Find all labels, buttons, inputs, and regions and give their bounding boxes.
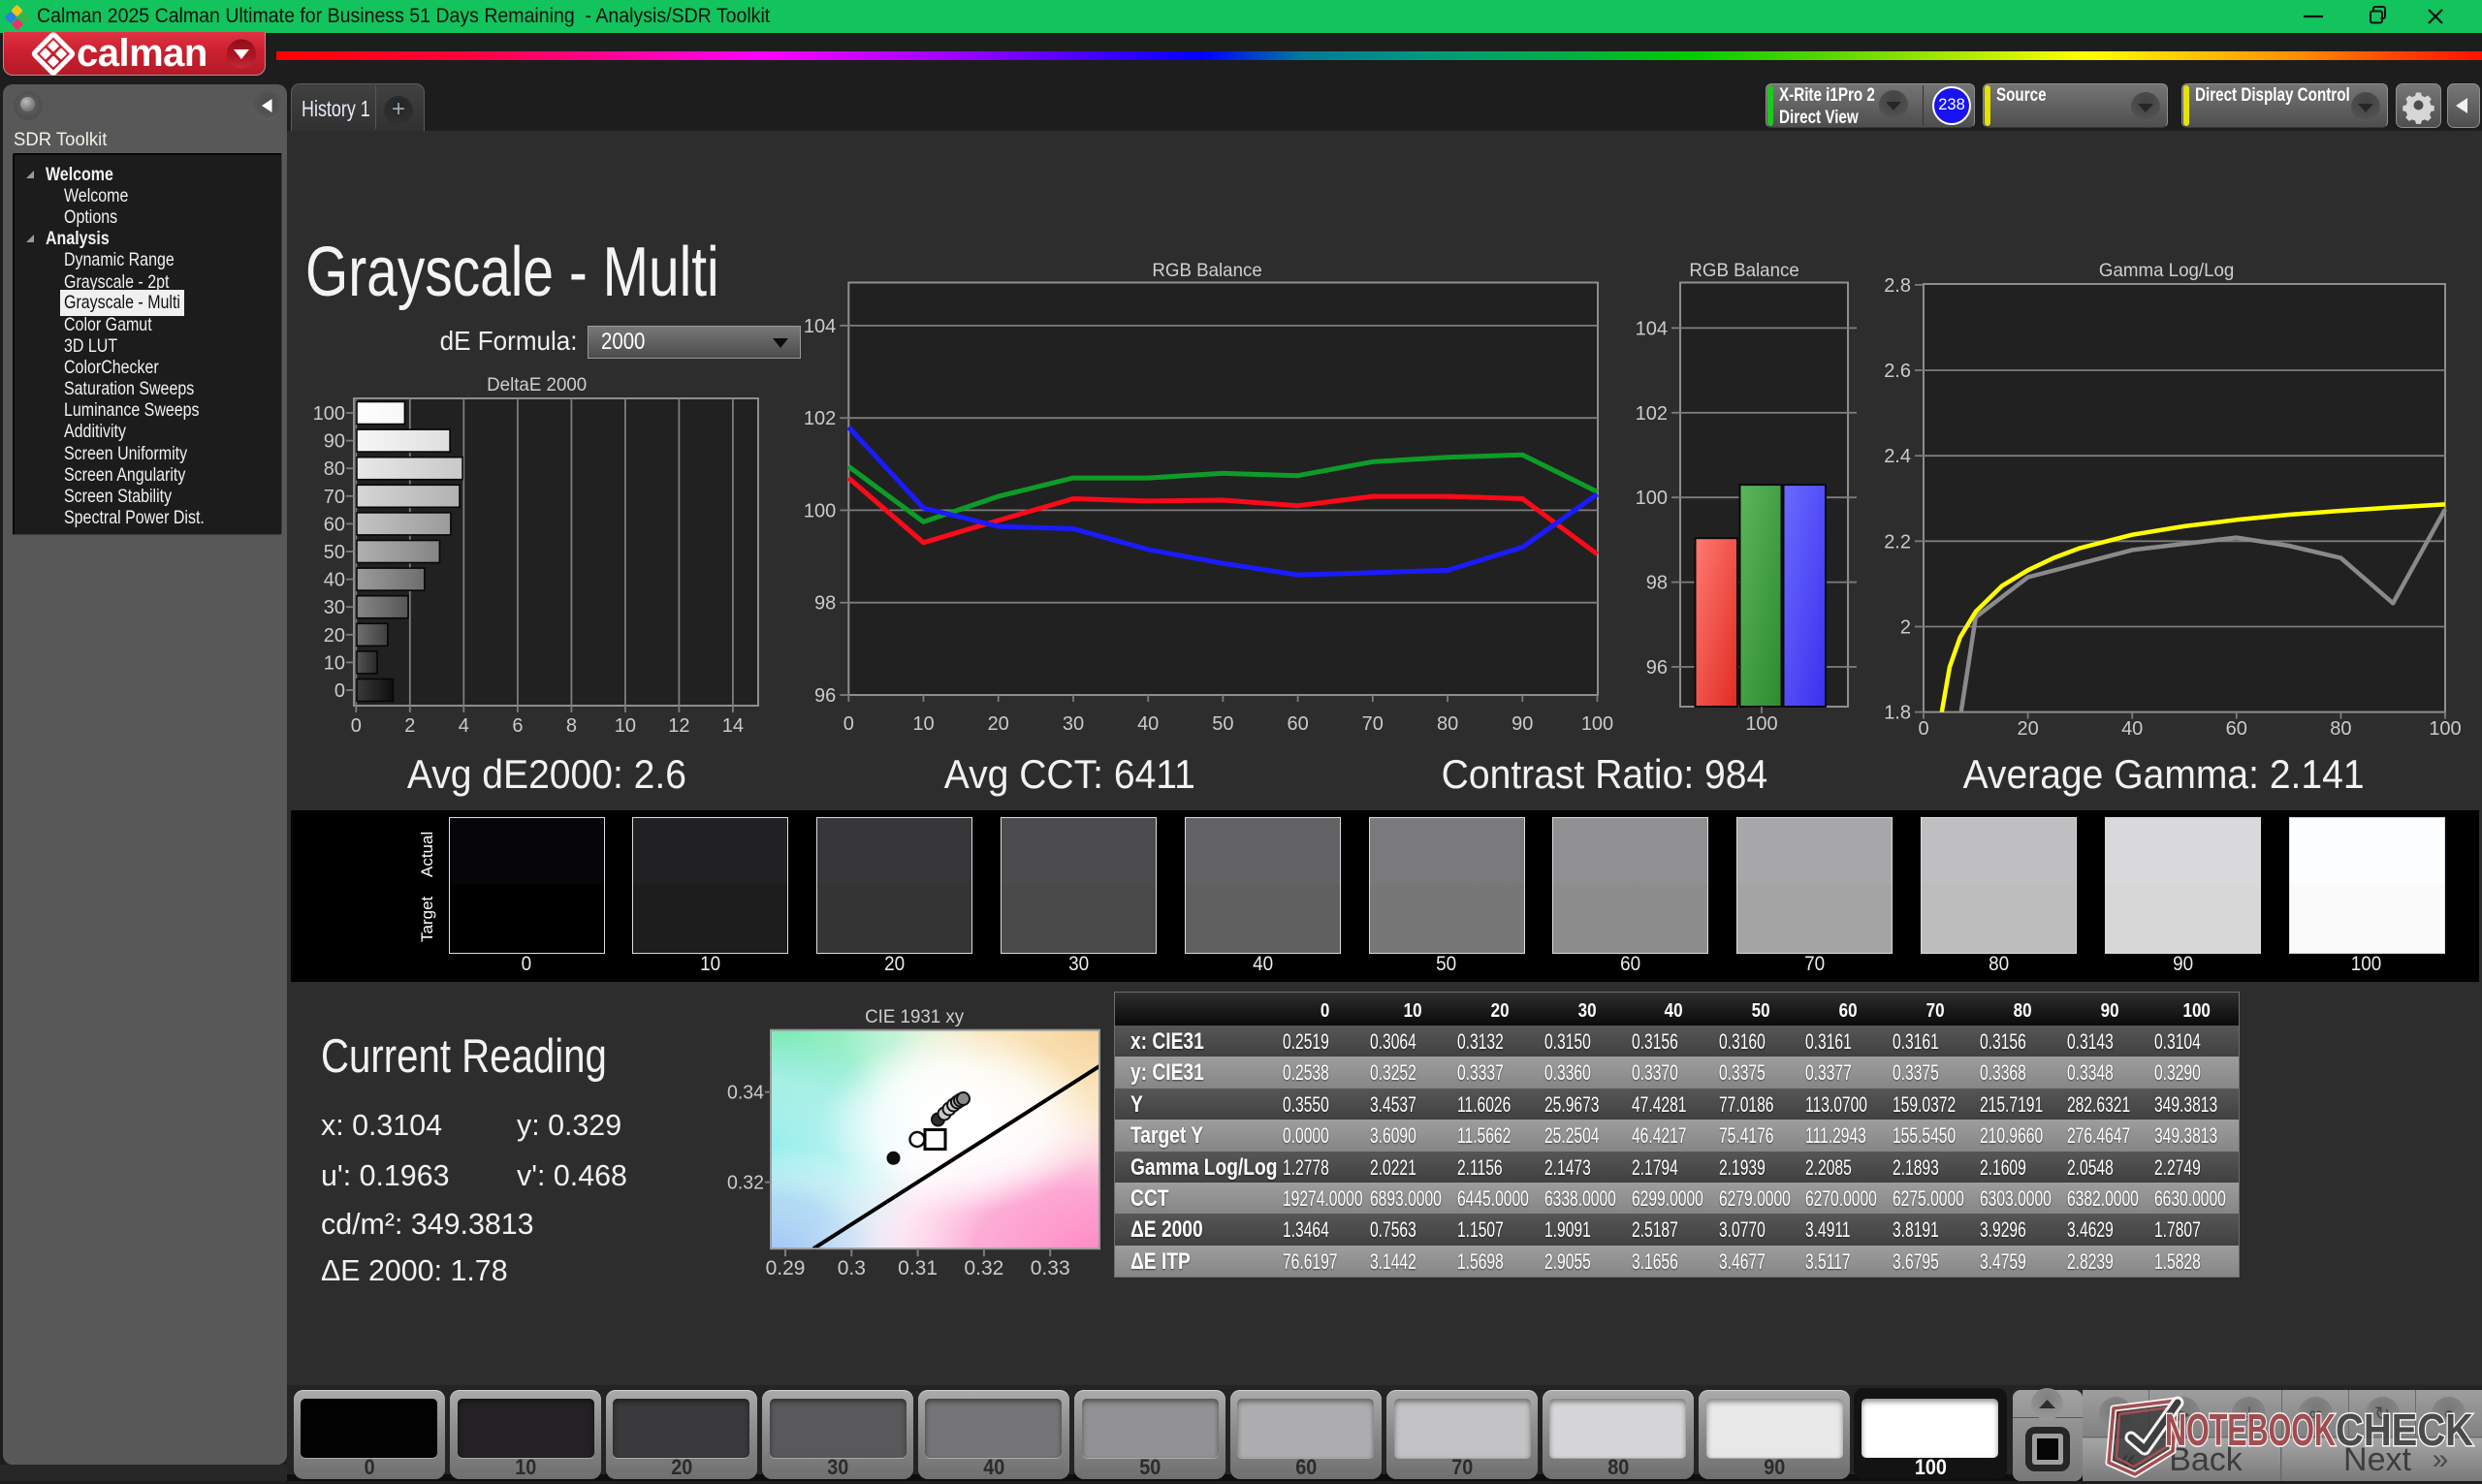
svg-text:104: 104 xyxy=(1636,318,1668,339)
svg-text:100: 100 xyxy=(313,403,345,425)
svg-text:10: 10 xyxy=(912,713,934,735)
svg-text:20: 20 xyxy=(324,625,345,647)
svg-text:2.2: 2.2 xyxy=(1884,531,1911,553)
svg-text:10: 10 xyxy=(615,715,636,737)
svg-text:20: 20 xyxy=(2017,718,2038,740)
svg-text:20: 20 xyxy=(988,713,1009,735)
svg-text:0.3: 0.3 xyxy=(838,1257,866,1279)
svg-text:98: 98 xyxy=(814,593,836,615)
svg-text:102: 102 xyxy=(804,408,836,429)
svg-text:100: 100 xyxy=(1636,488,1668,509)
svg-text:80: 80 xyxy=(324,458,345,480)
svg-text:0: 0 xyxy=(843,713,854,735)
svg-text:0: 0 xyxy=(1918,718,1928,740)
svg-text:70: 70 xyxy=(1362,713,1384,735)
svg-text:104: 104 xyxy=(804,316,836,337)
svg-text:100: 100 xyxy=(804,500,836,521)
svg-text:2: 2 xyxy=(404,715,415,737)
svg-text:80: 80 xyxy=(2330,718,2351,740)
svg-text:calman: calman xyxy=(77,32,207,75)
svg-text:30: 30 xyxy=(324,597,345,618)
svg-text:40: 40 xyxy=(324,570,345,591)
svg-text:2.6: 2.6 xyxy=(1884,361,1911,382)
svg-text:40: 40 xyxy=(1137,713,1159,735)
svg-text:8: 8 xyxy=(566,715,577,737)
svg-text:4: 4 xyxy=(459,715,469,737)
svg-text:96: 96 xyxy=(1646,657,1668,679)
svg-text:100: 100 xyxy=(2429,718,2461,740)
svg-text:40: 40 xyxy=(2121,718,2143,740)
svg-text:100: 100 xyxy=(1745,713,1777,735)
svg-text:50: 50 xyxy=(1212,713,1233,735)
svg-text:CHECK: CHECK xyxy=(2336,1405,2473,1455)
svg-text:10: 10 xyxy=(324,652,345,674)
svg-text:0: 0 xyxy=(334,680,345,702)
svg-text:60: 60 xyxy=(2226,718,2247,740)
svg-text:2: 2 xyxy=(1900,617,1911,639)
svg-text:NOTEBOOK: NOTEBOOK xyxy=(2165,1405,2336,1455)
svg-text:60: 60 xyxy=(324,514,345,535)
svg-text:6: 6 xyxy=(512,715,523,737)
svg-text:0.34: 0.34 xyxy=(727,1083,764,1104)
svg-text:80: 80 xyxy=(1437,713,1458,735)
svg-text:2.8: 2.8 xyxy=(1884,275,1911,297)
svg-text:0.33: 0.33 xyxy=(1031,1257,1070,1279)
svg-text:1.8: 1.8 xyxy=(1884,703,1911,724)
svg-text:60: 60 xyxy=(1287,713,1308,735)
svg-text:0: 0 xyxy=(351,715,362,737)
svg-text:102: 102 xyxy=(1636,403,1668,425)
svg-text:12: 12 xyxy=(668,715,689,737)
svg-text:70: 70 xyxy=(324,487,345,508)
svg-text:90: 90 xyxy=(324,431,345,453)
svg-text:0.32: 0.32 xyxy=(727,1173,764,1194)
svg-text:90: 90 xyxy=(1511,713,1533,735)
svg-text:0.29: 0.29 xyxy=(766,1257,806,1279)
svg-text:14: 14 xyxy=(722,715,744,737)
svg-text:2.4: 2.4 xyxy=(1884,446,1911,467)
svg-text:50: 50 xyxy=(324,542,345,563)
svg-text:98: 98 xyxy=(1646,573,1668,594)
svg-text:0.32: 0.32 xyxy=(964,1257,1003,1279)
svg-text:96: 96 xyxy=(814,685,836,707)
svg-text:0.31: 0.31 xyxy=(898,1257,938,1279)
svg-text:30: 30 xyxy=(1063,713,1084,735)
